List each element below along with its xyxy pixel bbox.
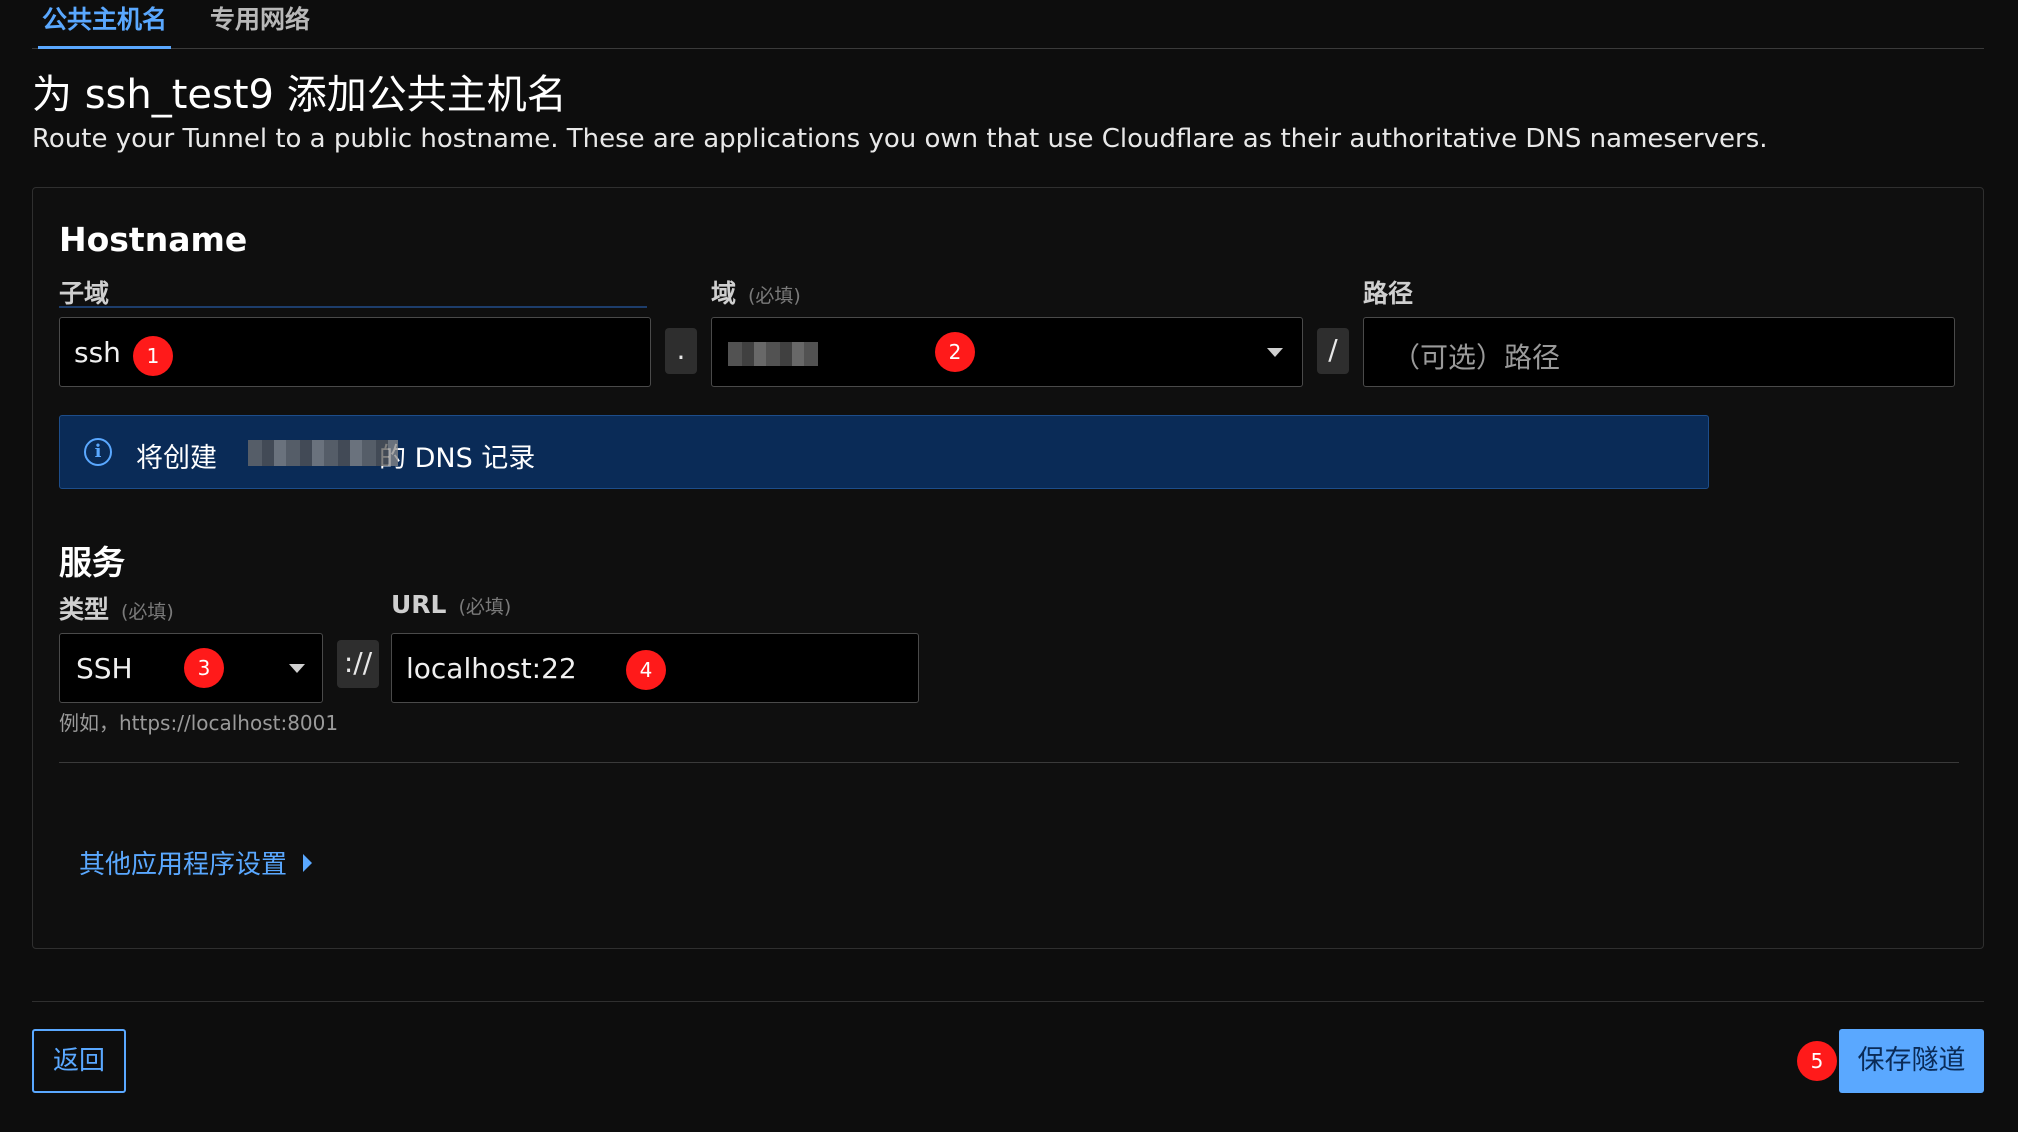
annotation-badge-5: 5 — [1797, 1041, 1837, 1081]
path-label: 路径 — [1363, 279, 1414, 308]
page-subtitle: Route your Tunnel to a public hostname. … — [32, 124, 1768, 154]
dot-separator: . — [665, 328, 697, 374]
annotation-badge-1: 1 — [133, 336, 173, 376]
domain-label: 域 (必填) — [711, 279, 801, 308]
redacted-domain-value — [728, 342, 818, 366]
chevron-down-icon — [1267, 348, 1283, 357]
annotation-badge-4: 4 — [626, 650, 666, 690]
tab-bar: 公共主机名 专用网络 — [32, 0, 1984, 49]
save-tunnel-button[interactable]: 保存隧道 — [1839, 1029, 1984, 1093]
footer-divider — [32, 1001, 1984, 1002]
annotation-badge-3: 3 — [184, 648, 224, 688]
info-icon: i — [84, 438, 112, 466]
tab-private-network[interactable]: 专用网络 — [210, 2, 310, 46]
dns-info-banner: i 将创建的 DNS 记录 — [59, 415, 1709, 489]
url-value: localhost:22 — [406, 652, 577, 685]
tab-public-hostname[interactable]: 公共主机名 — [38, 2, 172, 49]
hostname-card: Hostname 子域 ssh . 域 (必填) / 路径 （可选）路径 i 将创… — [32, 187, 1984, 949]
subdomain-label: 子域 — [59, 279, 110, 308]
path-placeholder: （可选）路径 — [1392, 341, 1561, 374]
subdomain-label-underline — [59, 306, 647, 308]
url-required: (必填) — [458, 596, 512, 618]
url-label: URL (必填) — [391, 590, 512, 619]
chevron-down-icon — [289, 664, 305, 673]
back-button[interactable]: 返回 — [32, 1029, 126, 1093]
domain-select[interactable] — [711, 317, 1303, 387]
scheme-separator: :// — [337, 640, 379, 688]
type-label: 类型 (必填) — [59, 595, 174, 624]
subdomain-value: ssh — [74, 336, 121, 369]
service-type-value: SSH — [76, 652, 133, 685]
page: 公共主机名 专用网络 为 ssh_test9 添加公共主机名 Route you… — [0, 0, 2018, 1132]
additional-settings-link[interactable]: 其他应用程序设置 — [79, 844, 287, 881]
page-title: 为 ssh_test9 添加公共主机名 — [32, 72, 567, 118]
service-heading: 服务 — [59, 543, 125, 582]
domain-required: (必填) — [748, 285, 801, 307]
service-help-text: 例如，https://localhost:8001 — [59, 711, 339, 735]
path-input[interactable]: （可选）路径 — [1363, 317, 1955, 387]
chevron-right-icon[interactable] — [303, 854, 312, 872]
hostname-heading: Hostname — [59, 220, 248, 259]
section-divider — [59, 762, 1959, 763]
slash-separator: / — [1317, 328, 1349, 374]
redacted-hostname — [248, 440, 398, 466]
type-required: (必填) — [121, 601, 174, 623]
annotation-badge-2: 2 — [935, 332, 975, 372]
